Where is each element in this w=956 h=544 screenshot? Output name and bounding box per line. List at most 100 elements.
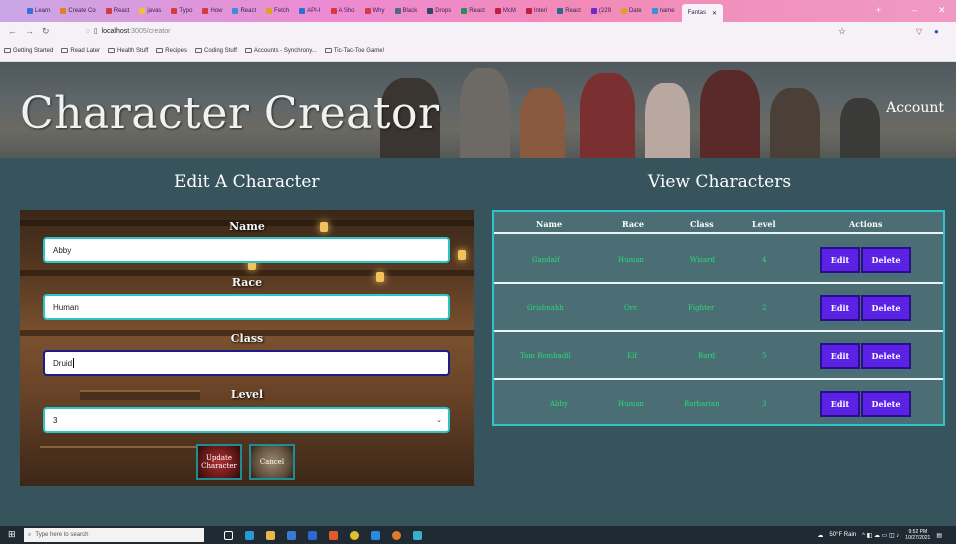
delete-button[interactable]: Delete bbox=[861, 391, 911, 417]
edit-button[interactable]: Edit bbox=[820, 343, 860, 369]
cell-name: Tom Bombadil bbox=[520, 352, 571, 360]
vscode-icon[interactable] bbox=[371, 530, 380, 540]
race-field[interactable]: Human bbox=[43, 294, 450, 320]
browser-tab[interactable]: Create Co bbox=[57, 4, 98, 18]
browser-tab[interactable]: Drops bbox=[424, 4, 454, 18]
browser-tab[interactable]: Typo bbox=[168, 4, 195, 18]
weather-icon: ☁ bbox=[817, 532, 824, 539]
browser-tab[interactable]: Black bbox=[392, 4, 421, 18]
browser-tab[interactable]: React bbox=[103, 4, 133, 18]
tray-icons[interactable]: ^ ◧ ☁ ▭ ◫ ♪ bbox=[862, 532, 899, 539]
bookmark-item[interactable]: Accounts - Synchrony... bbox=[244, 48, 317, 54]
new-tab-icon[interactable]: + bbox=[876, 5, 881, 15]
update-character-button[interactable]: Update Character bbox=[196, 444, 242, 480]
cancel-label: Cancel bbox=[259, 458, 285, 466]
account-link[interactable]: Account bbox=[886, 100, 944, 116]
edge-icon[interactable] bbox=[245, 530, 254, 540]
delete-button[interactable]: Delete bbox=[861, 295, 911, 321]
notification-icon[interactable]: ▤ bbox=[936, 532, 942, 539]
reload-icon[interactable]: ↻ bbox=[42, 26, 50, 37]
level-select[interactable]: 3 ⌄ bbox=[43, 407, 450, 433]
minimize-icon[interactable]: – bbox=[912, 5, 917, 15]
tab-favicon-icon bbox=[364, 8, 371, 14]
text-caret bbox=[73, 358, 75, 368]
browser-tab[interactable]: API-I bbox=[296, 4, 323, 18]
edit-button[interactable]: Edit bbox=[820, 391, 860, 417]
browser-tab-label: React bbox=[565, 8, 581, 14]
profile-icon[interactable]: ● bbox=[934, 27, 939, 36]
bookmark-item[interactable]: Coding Stuff bbox=[194, 48, 237, 54]
cancel-button[interactable]: Cancel bbox=[249, 444, 295, 480]
browser-tab[interactable]: javas bbox=[136, 4, 164, 18]
pocket-icon[interactable]: ▽ bbox=[916, 27, 922, 36]
table-row: Grishnakh Orc Fighter 2 Edit Delete bbox=[494, 284, 943, 332]
class-value: Druid bbox=[53, 358, 73, 368]
name-field[interactable]: Abby bbox=[43, 237, 450, 263]
folder-icon bbox=[244, 48, 252, 53]
tab-favicon-icon bbox=[590, 8, 597, 14]
tab-favicon-icon bbox=[266, 8, 273, 14]
close-window-icon[interactable]: ✕ bbox=[938, 5, 946, 16]
delete-button[interactable]: Delete bbox=[861, 343, 911, 369]
browser-tab-label: A Sho bbox=[338, 8, 355, 14]
task-view-icon[interactable] bbox=[224, 530, 233, 540]
chrome-icon[interactable] bbox=[350, 530, 359, 540]
browser-tab[interactable]: Why bbox=[362, 4, 388, 18]
browser-tab[interactable]: React bbox=[458, 4, 488, 18]
bookmark-label: Getting Started bbox=[13, 47, 54, 54]
browser-tab[interactable]: McM bbox=[492, 4, 519, 18]
store-icon[interactable] bbox=[287, 530, 296, 540]
browser-tab[interactable]: (229 bbox=[588, 4, 614, 18]
windows-start-icon[interactable]: ⊞ bbox=[8, 529, 16, 540]
browser-tab[interactable]: React bbox=[554, 4, 584, 18]
bookmark-item[interactable]: Read Later bbox=[61, 48, 100, 54]
folder-icon bbox=[324, 48, 332, 53]
firefox-icon[interactable] bbox=[392, 530, 401, 540]
taskbar-search[interactable]: ⌕ Type here to search bbox=[24, 528, 204, 542]
weather-text[interactable]: 50°F Rain bbox=[829, 532, 856, 538]
taskbar-search-placeholder: Type here to search bbox=[35, 532, 89, 538]
browser-tab[interactable]: Fetch bbox=[263, 4, 292, 18]
edit-button[interactable]: Edit bbox=[820, 295, 860, 321]
bookmarks-bar: Getting Started Read Later Health Stuff Rec… bbox=[0, 40, 956, 62]
bookmark-item[interactable]: Tic-Tac-Toe Game! bbox=[324, 48, 384, 54]
browser-tab[interactable]: Learn bbox=[24, 4, 53, 18]
close-icon[interactable]: ✕ bbox=[712, 10, 717, 17]
browser-tab[interactable]: name bbox=[649, 4, 678, 18]
clock[interactable]: 9:52 PM 10/27/2021 bbox=[905, 529, 930, 541]
delete-button[interactable]: Delete bbox=[861, 247, 911, 273]
tab-active[interactable]: Fantas ✕ bbox=[681, 4, 724, 22]
folder-icon bbox=[156, 48, 164, 53]
tab-favicon-icon bbox=[232, 8, 239, 14]
star-icon[interactable]: ☆ bbox=[838, 26, 846, 37]
forward-icon[interactable]: → bbox=[25, 26, 34, 36]
file-explorer-icon[interactable] bbox=[266, 530, 275, 540]
shield-icon: ◌ bbox=[85, 27, 90, 35]
url-path: :3005/creator bbox=[129, 27, 171, 35]
office-icon[interactable] bbox=[329, 530, 338, 540]
tab-favicon-icon bbox=[105, 8, 112, 14]
back-icon[interactable]: ← bbox=[8, 26, 17, 36]
browser-tab-label: McM bbox=[502, 8, 516, 14]
update-character-label: Update Character bbox=[201, 454, 237, 470]
edit-button[interactable]: Edit bbox=[820, 247, 860, 273]
bookmark-item[interactable]: Getting Started bbox=[4, 48, 53, 54]
cell-class: Wizard bbox=[690, 256, 715, 264]
view-section-title: View Characters bbox=[648, 172, 792, 192]
edit-form: Name Abby Race Human Class Druid Level 3… bbox=[20, 210, 474, 486]
class-field[interactable]: Druid bbox=[43, 350, 450, 376]
column-header-race: Race bbox=[622, 219, 644, 229]
browser-tab[interactable]: Date bbox=[618, 4, 645, 18]
address-bar[interactable]: ◌ ▯ localhost:3005/creator bbox=[86, 24, 786, 38]
photos-icon[interactable] bbox=[413, 530, 422, 540]
browser-tab[interactable]: A Sho bbox=[328, 4, 358, 18]
browser-tab[interactable]: React bbox=[229, 4, 259, 18]
tab-favicon-icon bbox=[299, 8, 306, 14]
edit-section-title: Edit A Character bbox=[174, 172, 320, 192]
browser-tab[interactable]: How bbox=[199, 4, 225, 18]
mail-icon[interactable] bbox=[308, 530, 317, 540]
browser-tab[interactable]: Interi bbox=[523, 4, 550, 18]
bookmark-item[interactable]: Health Stuff bbox=[108, 48, 148, 54]
tab-favicon-icon bbox=[651, 8, 658, 14]
bookmark-item[interactable]: Recipes bbox=[156, 48, 187, 54]
